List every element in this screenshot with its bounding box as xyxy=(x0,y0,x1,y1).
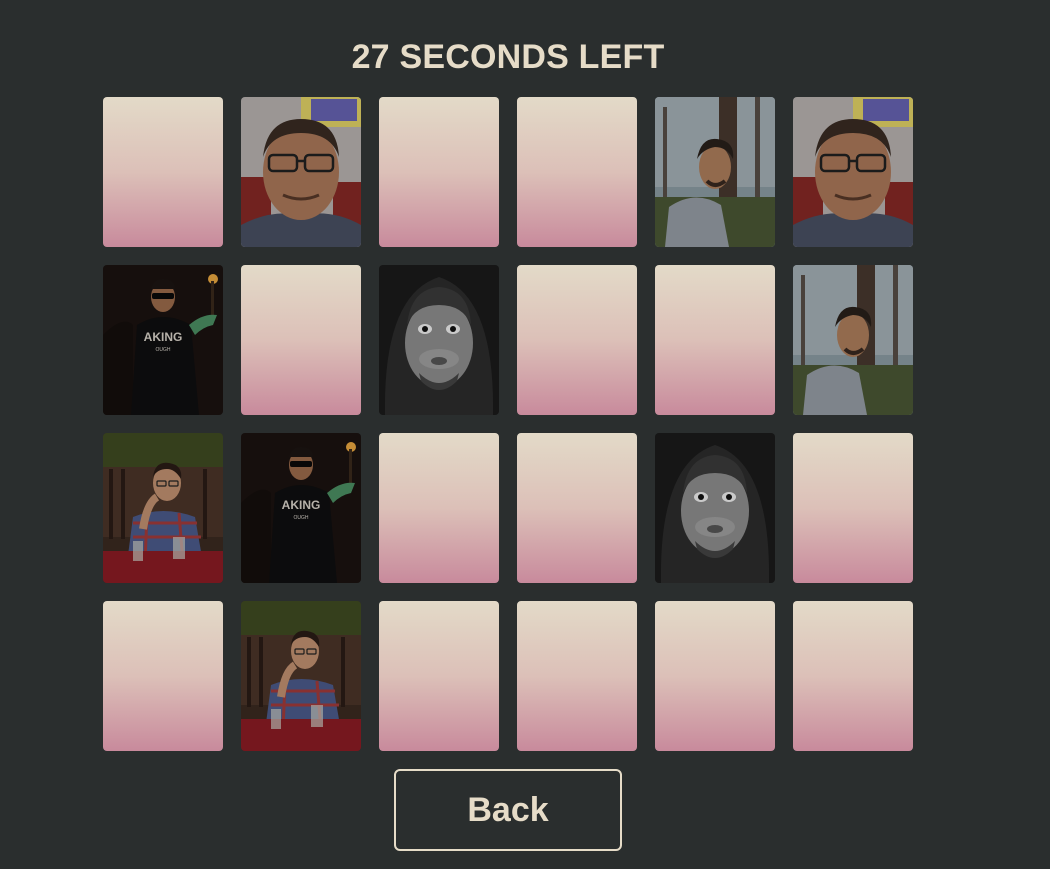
card-photo xyxy=(379,265,499,415)
card-photo: AKING OUGH xyxy=(241,433,361,583)
memory-card-revealed-r2c6[interactable] xyxy=(793,265,913,415)
memory-card-revealed-r1c6[interactable] xyxy=(793,97,913,247)
card-photo: AKING OUGH xyxy=(103,265,223,415)
memory-card-hidden-r4c6[interactable] xyxy=(793,601,913,751)
memory-card-hidden-r2c2[interactable] xyxy=(241,265,361,415)
card-photo xyxy=(655,433,775,583)
memory-card-hidden-r3c6[interactable] xyxy=(793,433,913,583)
memory-card-revealed-r3c5[interactable] xyxy=(655,433,775,583)
memory-card-revealed-r2c1[interactable]: AKING OUGH xyxy=(103,265,223,415)
card-photo xyxy=(655,97,775,247)
memory-card-hidden-r4c5[interactable] xyxy=(655,601,775,751)
memory-card-hidden-r2c5[interactable] xyxy=(655,265,775,415)
memory-card-revealed-r1c2[interactable] xyxy=(241,97,361,247)
memory-card-revealed-r1c5[interactable] xyxy=(655,97,775,247)
memory-card-hidden-r1c1[interactable] xyxy=(103,97,223,247)
memory-card-revealed-r3c1[interactable] xyxy=(103,433,223,583)
memory-card-hidden-r1c3[interactable] xyxy=(379,97,499,247)
memory-card-hidden-r4c4[interactable] xyxy=(517,601,637,751)
memory-card-hidden-r3c4[interactable] xyxy=(517,433,637,583)
memory-card-hidden-r4c1[interactable] xyxy=(103,601,223,751)
memory-card-hidden-r1c4[interactable] xyxy=(517,97,637,247)
card-grid: AKING OUGH AKING OUGH xyxy=(103,97,913,751)
card-photo xyxy=(241,97,361,247)
countdown-timer: 27 SECONDS LEFT xyxy=(351,38,665,76)
card-photo xyxy=(241,601,361,751)
memory-card-hidden-r2c4[interactable] xyxy=(517,265,637,415)
memory-game-screen: 27 SECONDS LEFT AKING OUGH AKING OUGH Ba… xyxy=(0,0,1050,869)
memory-card-revealed-r4c2[interactable] xyxy=(241,601,361,751)
back-button[interactable]: Back xyxy=(394,769,622,851)
card-photo xyxy=(103,433,223,583)
card-photo xyxy=(793,97,913,247)
memory-card-hidden-r3c3[interactable] xyxy=(379,433,499,583)
memory-card-revealed-r2c3[interactable] xyxy=(379,265,499,415)
card-photo xyxy=(793,265,913,415)
memory-card-hidden-r4c3[interactable] xyxy=(379,601,499,751)
memory-card-revealed-r3c2[interactable]: AKING OUGH xyxy=(241,433,361,583)
